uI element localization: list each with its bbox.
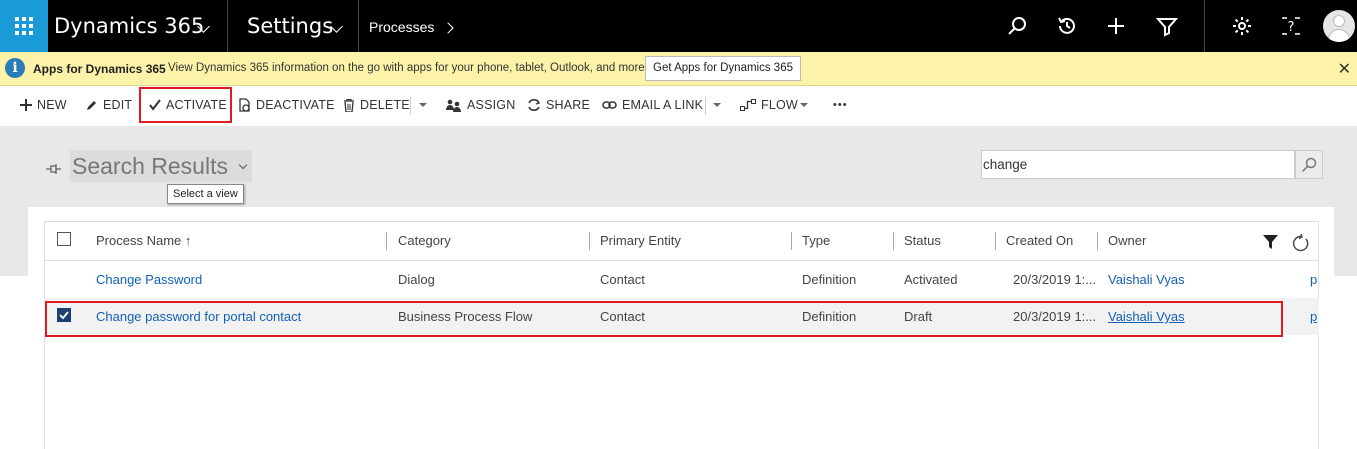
tooltip: Select a view: [167, 184, 244, 204]
search-icon[interactable]: [1005, 14, 1029, 38]
column-divider[interactable]: [893, 232, 894, 250]
filter-icon[interactable]: [1263, 235, 1278, 249]
more-commands-button[interactable]: •••: [833, 86, 848, 124]
edit-button[interactable]: EDIT: [86, 86, 132, 124]
column-divider[interactable]: [791, 232, 792, 250]
share-label: SHARE: [546, 98, 591, 112]
pencil-icon: [86, 99, 98, 111]
link-icon: [602, 100, 617, 110]
deactivate-button[interactable]: DEACTIVATE: [238, 86, 335, 124]
divider: [358, 0, 359, 52]
caret-down-icon[interactable]: [800, 103, 808, 107]
column-header-owner[interactable]: Owner: [1108, 233, 1146, 248]
column-header-process-name[interactable]: Process Name ↑: [96, 233, 191, 248]
waffle-icon: [15, 17, 33, 35]
pin-icon[interactable]: [46, 162, 62, 177]
deactivate-label: DEACTIVATE: [256, 98, 335, 112]
app-title[interactable]: Dynamics 365: [54, 14, 204, 38]
activate-highlight: [139, 87, 232, 123]
flow-button[interactable]: FLOW: [740, 86, 798, 124]
selected-row-highlight: [45, 301, 1283, 337]
assign-button[interactable]: ASSIGN: [446, 86, 515, 124]
column-header-created-on[interactable]: Created On: [1006, 233, 1073, 248]
filter-icon[interactable]: [1155, 14, 1179, 38]
chevron-down-icon: [239, 160, 248, 170]
avatar[interactable]: [1323, 10, 1355, 42]
notification-message: View Dynamics 365 information on the go …: [168, 62, 648, 74]
deactivate-icon: [238, 98, 251, 112]
notification-title: Apps for Dynamics 365: [33, 62, 166, 76]
refresh-icon[interactable]: [1292, 234, 1310, 252]
cell-category: Dialog: [398, 272, 435, 287]
column-divider[interactable]: [589, 232, 590, 250]
header-divider: [44, 260, 1319, 261]
recent-icon[interactable]: [1055, 14, 1079, 38]
assign-icon: [446, 99, 462, 112]
column-divider[interactable]: [386, 232, 387, 250]
area-selector[interactable]: Settings: [247, 14, 333, 38]
search-button[interactable]: [1295, 150, 1323, 179]
column-divider[interactable]: [995, 232, 996, 250]
email-link-label: EMAIL A LINK: [622, 98, 704, 112]
edit-label: EDIT: [103, 98, 133, 112]
cell-type: Definition: [802, 272, 857, 287]
plus-icon[interactable]: [1104, 14, 1128, 38]
delete-label: DELETE: [360, 98, 410, 112]
share-button[interactable]: SHARE: [527, 86, 590, 124]
top-navigation-bar: Dynamics 365 Settings Processes ?: [0, 0, 1357, 52]
get-apps-button[interactable]: Get Apps for Dynamics 365: [645, 56, 801, 81]
column-header-status[interactable]: Status: [904, 233, 941, 248]
flow-icon: [740, 99, 756, 111]
view-selector[interactable]: Search Results: [70, 150, 253, 182]
share-icon: [527, 98, 541, 112]
new-label: NEW: [37, 98, 67, 112]
close-icon[interactable]: ✕: [1338, 59, 1351, 79]
column-divider[interactable]: [1097, 232, 1098, 250]
search-icon: [1301, 157, 1317, 172]
search-input[interactable]: change: [981, 150, 1295, 179]
chevron-right-icon[interactable]: [442, 22, 454, 34]
divider: [410, 97, 411, 115]
owner-link[interactable]: Vaishali Vyas: [1108, 272, 1185, 287]
truncated-cell-link[interactable]: p: [1310, 309, 1317, 324]
view-title: Search Results: [72, 153, 228, 179]
assign-label: ASSIGN: [467, 98, 516, 112]
select-all-checkbox[interactable]: [57, 232, 71, 246]
flow-label: FLOW: [761, 98, 798, 112]
email-link-button[interactable]: EMAIL A LINK: [602, 86, 703, 124]
notification-bar: i Apps for Dynamics 365 View Dynamics 36…: [0, 52, 1357, 86]
caret-down-icon[interactable]: [419, 103, 427, 107]
cell-created-on: 20/3/2019 1:...: [1013, 272, 1097, 287]
info-icon: i: [5, 58, 25, 78]
trash-icon: [343, 98, 355, 112]
divider: [227, 0, 228, 52]
new-button[interactable]: NEW: [20, 86, 67, 124]
process-name-link[interactable]: Change Password: [96, 272, 202, 287]
column-header-type[interactable]: Type: [802, 233, 830, 248]
cell-primary-entity: Contact: [600, 272, 645, 287]
plus-icon: [20, 99, 32, 111]
app-launcher-button[interactable]: [0, 0, 48, 52]
help-icon[interactable]: ?: [1279, 14, 1303, 38]
cell-status: Activated: [904, 272, 958, 287]
gear-icon[interactable]: [1230, 14, 1254, 38]
column-header-primary-entity[interactable]: Primary Entity: [600, 233, 681, 248]
caret-down-icon[interactable]: [713, 103, 721, 107]
divider: [1204, 0, 1205, 52]
column-header-category[interactable]: Category: [398, 233, 451, 248]
delete-button[interactable]: DELETE: [343, 86, 410, 124]
divider: [705, 97, 706, 115]
truncated-cell-link[interactable]: p: [1310, 272, 1317, 287]
svg-text:?: ?: [1288, 20, 1295, 35]
breadcrumb-processes[interactable]: Processes: [369, 19, 434, 35]
